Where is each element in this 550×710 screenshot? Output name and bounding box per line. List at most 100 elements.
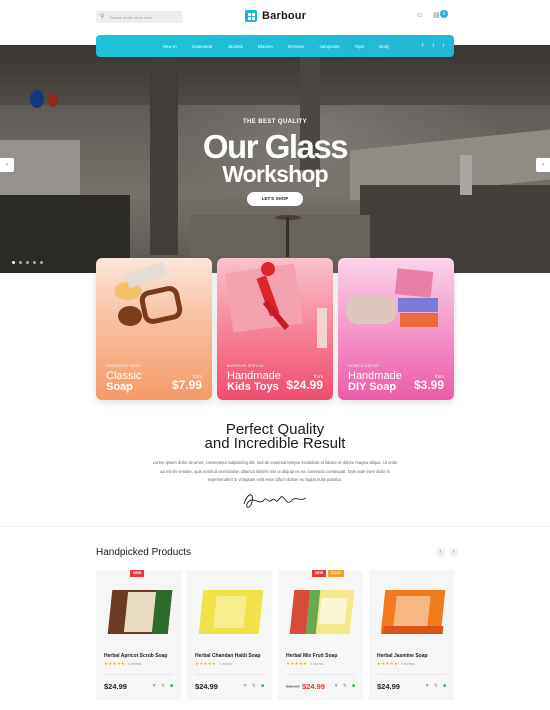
intro-body: Lorem ipsum dolor sit amet, consectetur …: [152, 460, 398, 482]
hero-title-line2: Workshop: [222, 161, 328, 187]
wishlist-icon[interactable]: ♥: [153, 684, 156, 689]
slide-dot[interactable]: [33, 261, 36, 264]
lets-shop-button[interactable]: LET'S SHOP: [247, 192, 303, 206]
compare-icon[interactable]: ⇅: [252, 684, 256, 689]
add-to-cart-icon[interactable]: ■: [170, 684, 173, 689]
wishlist-icon[interactable]: ♥: [244, 684, 247, 689]
category-card-classic-soap[interactable]: HANDMADE SOAP Classic Soap from $7.99: [96, 258, 212, 400]
product-price: $24.99: [195, 682, 218, 691]
add-to-cart-icon[interactable]: ■: [443, 684, 446, 689]
nav-item-body[interactable]: Body: [379, 44, 389, 49]
hero-prev-arrow[interactable]: ‹: [0, 158, 14, 172]
product-actions: ♥ ⇅ ■: [244, 684, 264, 689]
product-card[interactable]: Herbal Jasmine Soap ★★★★★ 0 reviews $24.…: [369, 570, 454, 700]
product-image: [106, 586, 173, 638]
product-price: $24.99: [377, 682, 400, 691]
product-old-price: $36.99: [286, 684, 300, 689]
category-card-diy-soap[interactable]: HOME & DECOR Handmade DIY Soap from $3.9…: [338, 258, 454, 400]
product-card[interactable]: NEW SALE Herbal Mix Fruit Soap ★★★★★ 0 r…: [278, 570, 363, 700]
category-price: $7.99: [171, 378, 202, 392]
card-divider: [377, 674, 446, 675]
nav-item-outerwear[interactable]: Outerwear: [192, 44, 213, 49]
product-rating: ★★★★★ 0 reviews: [195, 661, 233, 667]
new-badge: NEW: [312, 570, 327, 577]
product-name[interactable]: Herbal Mix Fruit Soap: [286, 653, 337, 659]
compare-icon[interactable]: ⇅: [434, 684, 438, 689]
hero-next-arrow[interactable]: ›: [536, 158, 550, 172]
intro-title-line2: and Incredible Result: [204, 435, 346, 452]
nav-item-jackets[interactable]: Jackets: [228, 44, 243, 49]
logo-text: Barbour: [262, 10, 307, 22]
category-line2: Soap: [106, 381, 133, 393]
nav-item-new-in[interactable]: New In: [163, 44, 177, 49]
chevron-left-icon[interactable]: ‹: [436, 548, 445, 557]
main-navigation: New In Outerwear Jackets Blazers Dresses…: [96, 35, 454, 57]
add-to-cart-icon[interactable]: ■: [261, 684, 264, 689]
page: ⚲ Search entire store here Barbour ☺ ▤ 0 …: [0, 0, 550, 710]
product-badges: NEW: [130, 570, 145, 577]
nav-item-blazers[interactable]: Blazers: [258, 44, 273, 49]
product-badges: NEW SALE: [312, 570, 344, 577]
slide-dot[interactable]: [19, 261, 22, 264]
products-carousel-arrows: ‹ ›: [436, 548, 458, 557]
category-line2: DIY Soap: [348, 381, 397, 393]
signature-icon: [243, 494, 307, 508]
star-rating-icon: ★★★★★: [104, 661, 126, 666]
compare-icon[interactable]: ⇅: [343, 684, 347, 689]
wishlist-icon[interactable]: ♥: [335, 684, 338, 689]
sale-badge: SALE: [328, 570, 344, 577]
nav-item-jumpsuits[interactable]: Jumpsuits: [319, 44, 339, 49]
section-title: Handpicked Products: [96, 547, 192, 558]
product-card[interactable]: NEW Herbal Apricot Scrub Soap ★★★★★ 0 re…: [96, 570, 181, 700]
nav-item-tops[interactable]: Tops: [355, 44, 365, 49]
twitter-icon[interactable]: t: [432, 43, 433, 49]
search-placeholder: Search entire store here: [109, 14, 153, 20]
card-divider: [104, 674, 173, 675]
compare-icon[interactable]: ⇅: [161, 684, 165, 689]
hero-kicker: THE BEST QUALITY: [242, 119, 308, 125]
product-name[interactable]: Herbal Apricot Scrub Soap: [104, 653, 167, 659]
category-kicker: HANDMADE SOAP: [106, 364, 141, 368]
product-price: $24.99: [104, 682, 127, 691]
top-header: ⚲ Search entire store here Barbour ☺ ▤ 0: [0, 0, 550, 36]
hero-banner: ‹ › THE BEST QUALITY Our Glass Workshop …: [0, 45, 550, 273]
product-image: [288, 586, 355, 638]
review-count: 0 reviews: [219, 662, 233, 666]
signature-image: [240, 488, 310, 517]
facebook-icon[interactable]: f: [422, 43, 423, 49]
search-input[interactable]: ⚲ Search entire store here: [96, 11, 182, 23]
review-count: 0 reviews: [401, 662, 415, 666]
cart-count-badge: 0: [440, 10, 449, 18]
nav-item-dresses[interactable]: Dresses: [288, 44, 305, 49]
product-actions: ♥ ⇅ ■: [335, 684, 355, 689]
instagram-icon[interactable]: i: [443, 43, 444, 49]
product-name[interactable]: Herbal Jasmine Soap: [377, 653, 428, 659]
product-name[interactable]: Herbal Chandan Haldi Soap: [195, 653, 261, 659]
product-image: [379, 586, 446, 638]
site-logo[interactable]: Barbour: [245, 10, 306, 22]
product-rating: ★★★★★ 0 reviews: [104, 661, 142, 667]
chevron-right-icon[interactable]: ›: [449, 548, 458, 557]
slide-dot[interactable]: [40, 261, 43, 264]
new-badge: NEW: [130, 570, 145, 577]
review-count: 0 reviews: [310, 662, 324, 666]
category-price: $3.99: [413, 378, 444, 392]
header-icons: ☺ ▤ 0: [416, 10, 449, 19]
product-price: $24.99: [302, 682, 325, 691]
category-line2: Kids Toys: [227, 381, 279, 393]
product-actions: ♥ ⇅ ■: [426, 684, 446, 689]
product-rating: ★★★★★ 0 reviews: [286, 661, 324, 667]
hero-slide-dots: [12, 261, 43, 264]
nav-menu: New In Outerwear Jackets Blazers Dresses…: [96, 35, 390, 57]
cart-icon[interactable]: ▤ 0: [433, 10, 449, 19]
add-to-cart-icon[interactable]: ■: [352, 684, 355, 689]
wishlist-icon[interactable]: ♥: [426, 684, 429, 689]
product-card[interactable]: Herbal Chandan Haldi Soap ★★★★★ 0 review…: [187, 570, 272, 700]
slide-dot[interactable]: [12, 261, 15, 264]
user-icon[interactable]: ☺: [416, 12, 423, 19]
hero-title-line1: Our Glass: [202, 128, 349, 165]
category-price: $24.99: [286, 378, 323, 392]
slide-dot[interactable]: [26, 261, 29, 264]
category-card-kids-toys[interactable]: BARBOUR SPECIAL Handmade Kids Toys from …: [217, 258, 333, 400]
star-rating-icon: ★★★★★: [377, 661, 399, 666]
